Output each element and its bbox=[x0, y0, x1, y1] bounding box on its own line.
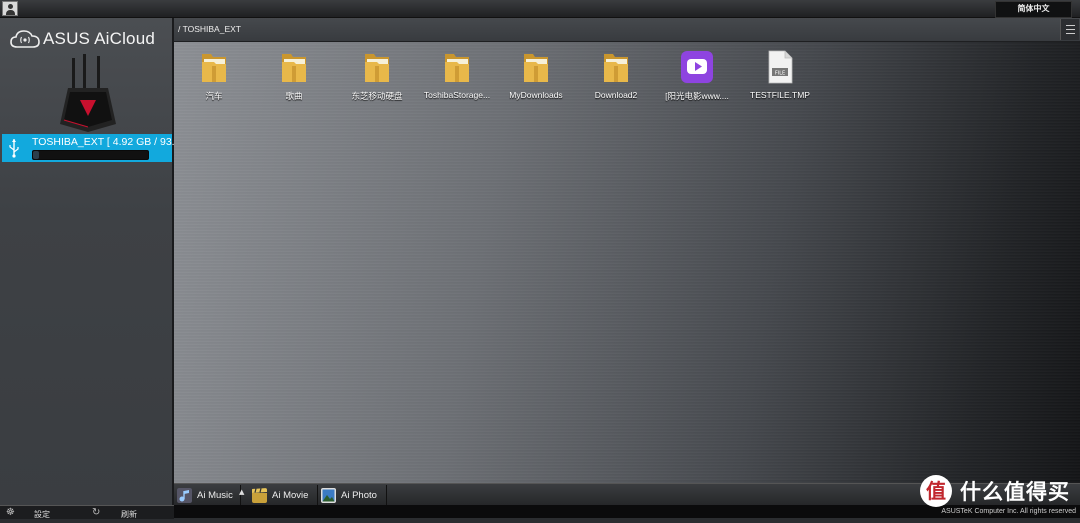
ai-movie-button[interactable]: Ai Movie bbox=[249, 485, 318, 505]
caret-up-icon[interactable]: ▲ bbox=[239, 488, 244, 496]
generic-file-icon: FILE bbox=[768, 50, 793, 84]
file-label: 歌曲 bbox=[285, 91, 303, 101]
folder-item[interactable]: ToshibaStorage... bbox=[417, 50, 497, 100]
device-item-toshiba[interactable]: TOSHIBA_EXT [ 4.92 GB / 93... bbox=[2, 134, 180, 162]
file-badge: FILE bbox=[775, 71, 785, 77]
photo-icon bbox=[321, 487, 336, 503]
file-label: [阳光电影www.... bbox=[665, 91, 729, 101]
file-label: TESTFILE.TMP bbox=[750, 90, 810, 100]
sidebar-footer: ☸ 設定 ↻ 刷新 bbox=[0, 505, 174, 519]
folder-icon bbox=[604, 54, 628, 82]
storage-usage-fill bbox=[33, 151, 39, 159]
file-item[interactable]: FILE TESTFILE.TMP bbox=[740, 50, 820, 100]
folder-icon bbox=[282, 54, 306, 82]
ai-movie-label: Ai Movie bbox=[272, 489, 309, 501]
ai-music-button[interactable]: Ai Music bbox=[174, 485, 241, 505]
video-file-icon bbox=[681, 51, 713, 83]
file-browser: 汽车 歌曲 东芝移动硬盘 ToshibaStorage... MyDownloads Do… bbox=[174, 42, 1080, 483]
watermark-badge: 值 bbox=[920, 475, 952, 507]
folder-icon bbox=[365, 54, 389, 82]
top-bar: 简体中文 bbox=[0, 0, 1080, 18]
watermark-text: 什么值得买 bbox=[960, 480, 1070, 504]
brand-logo: ASUS AiCloud bbox=[10, 27, 155, 51]
folder-item[interactable]: Download2 bbox=[576, 50, 656, 100]
file-label: ToshibaStorage... bbox=[423, 90, 491, 100]
user-icon[interactable] bbox=[2, 1, 18, 16]
refresh-button[interactable]: 刷新 bbox=[121, 506, 137, 519]
sidebar: ASUS AiCloud TOSHIBA_EXT [ 4.92 GB / 93.… bbox=[0, 18, 180, 505]
device-label: TOSHIBA_EXT [ 4.92 GB / 93... bbox=[32, 136, 181, 148]
settings-button[interactable]: 設定 bbox=[34, 506, 50, 519]
file-label: Download2 bbox=[594, 90, 638, 100]
ai-photo-label: Ai Photo bbox=[341, 489, 377, 501]
folder-item[interactable]: MyDownloads bbox=[496, 50, 576, 100]
ai-music-label: Ai Music bbox=[197, 489, 233, 501]
storage-usage-bar bbox=[32, 150, 149, 160]
breadcrumb-path[interactable]: / TOSHIBA_EXT bbox=[178, 24, 241, 34]
music-icon bbox=[177, 487, 192, 503]
file-label: MyDownloads bbox=[509, 90, 563, 100]
usb-icon bbox=[9, 139, 19, 158]
cloud-icon bbox=[10, 30, 40, 48]
ai-photo-button[interactable]: Ai Photo bbox=[318, 485, 387, 505]
breadcrumb: / TOSHIBA_EXT bbox=[174, 18, 1080, 42]
movie-icon bbox=[252, 487, 267, 503]
folder-item[interactable]: 汽车 bbox=[174, 50, 254, 102]
brand-text: ASUS AiCloud bbox=[43, 29, 156, 48]
refresh-icon[interactable]: ↻ bbox=[92, 507, 100, 518]
watermark: 值 什么值得买 bbox=[920, 473, 1070, 509]
router-image bbox=[60, 54, 116, 132]
folder-item[interactable]: 东芝移动硬盘 bbox=[337, 50, 417, 102]
list-view-icon[interactable] bbox=[1060, 19, 1079, 40]
file-label: 汽车 bbox=[205, 91, 223, 101]
folder-icon bbox=[445, 54, 469, 82]
folder-icon bbox=[202, 54, 226, 82]
folder-item[interactable]: 歌曲 bbox=[254, 50, 334, 102]
file-label: 东芝移动硬盘 bbox=[351, 91, 403, 101]
settings-icon[interactable]: ☸ bbox=[6, 507, 15, 518]
language-selector[interactable]: 简体中文 bbox=[995, 1, 1072, 18]
folder-icon bbox=[524, 54, 548, 82]
file-item[interactable]: [阳光电影www.... bbox=[657, 50, 737, 102]
copyright-text: ASUSTeK Computer Inc. All rights reserve… bbox=[941, 508, 1076, 515]
